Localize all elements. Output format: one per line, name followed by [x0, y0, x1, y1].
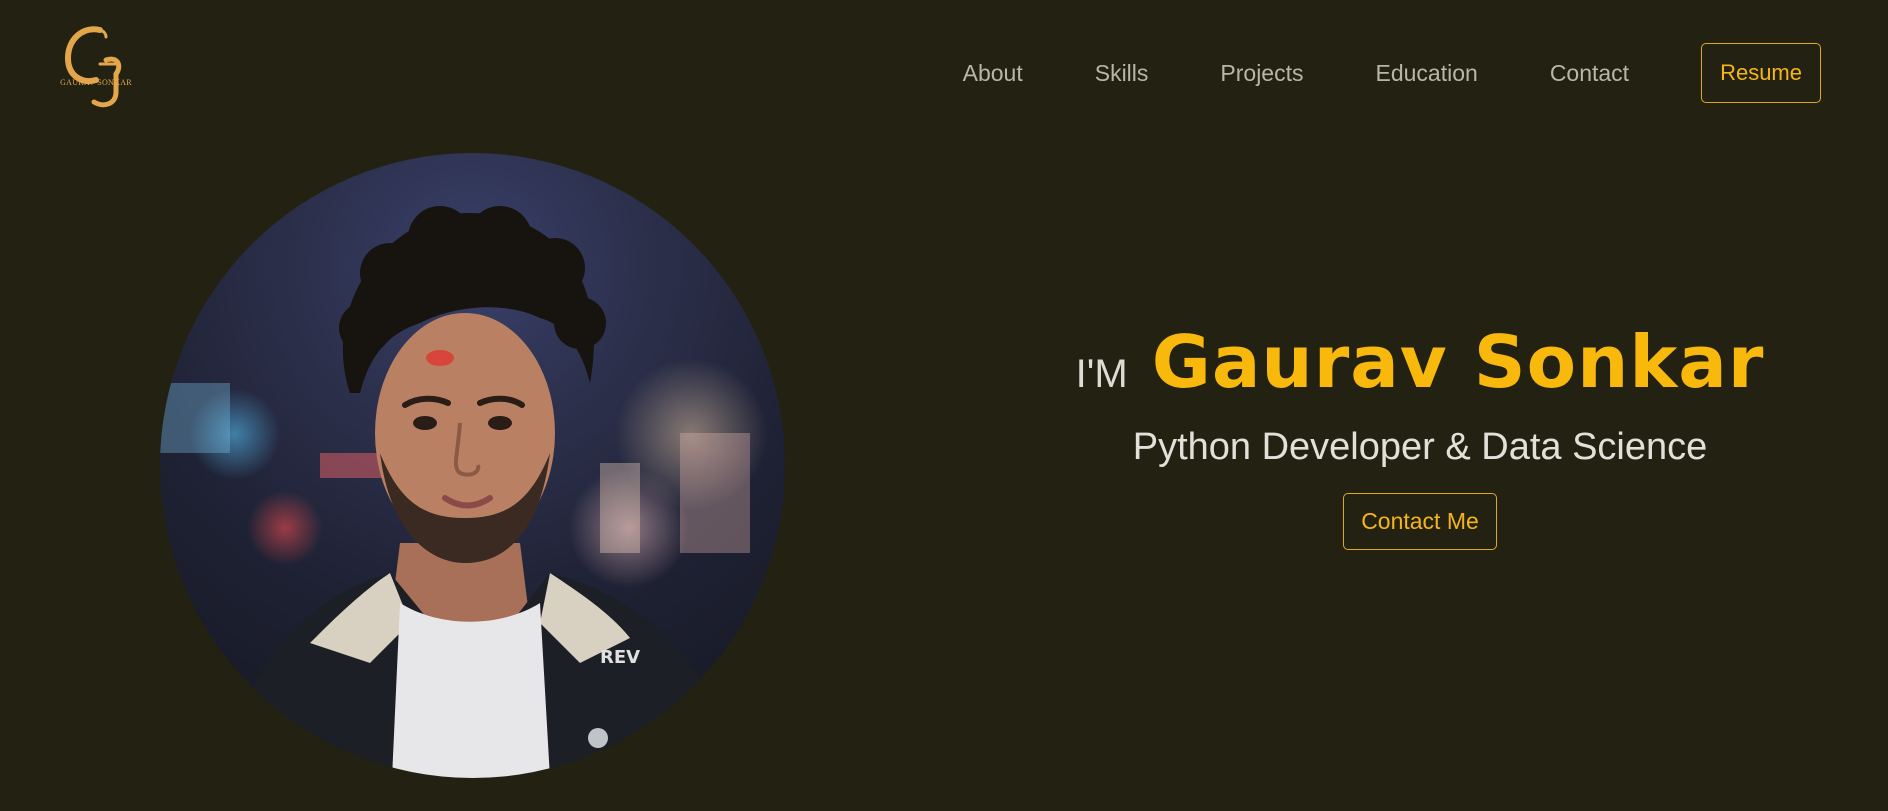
resume-button[interactable]: Resume	[1701, 43, 1821, 103]
nav-item-projects[interactable]: Projects	[1220, 60, 1303, 87]
profile-photo: REV	[160, 153, 785, 778]
contact-me-button[interactable]: Contact Me	[1343, 493, 1497, 550]
contact-button-wrap: Contact Me	[1130, 493, 1710, 550]
nav-item-contact[interactable]: Contact	[1550, 60, 1629, 87]
logo-text: GAURAV SONKAR	[60, 78, 132, 87]
nav-item-skills[interactable]: Skills	[1095, 60, 1149, 87]
hero-section: I'M Gaurav Sonkar Python Developer & Dat…	[1076, 320, 1764, 550]
main-nav: About Skills Projects Education Contact …	[963, 0, 1888, 146]
hero-name: Gaurav Sonkar	[1151, 320, 1765, 404]
nav-item-education[interactable]: Education	[1376, 60, 1478, 87]
site-logo[interactable]: GAURAV SONKAR	[56, 22, 136, 114]
nav-item-about[interactable]: About	[963, 60, 1023, 87]
greeting-prefix: I'M	[1075, 352, 1128, 396]
svg-text:REV: REV	[600, 647, 640, 668]
logo-monogram-icon	[64, 26, 122, 108]
hero-role: Python Developer & Data Science	[1132, 426, 1708, 468]
hero-greeting: I'M Gaurav Sonkar	[1076, 320, 1764, 404]
profile-photo-icon: REV	[160, 206, 750, 778]
portfolio-page: GAURAV SONKAR About Skills Projects Educ…	[0, 0, 1888, 811]
